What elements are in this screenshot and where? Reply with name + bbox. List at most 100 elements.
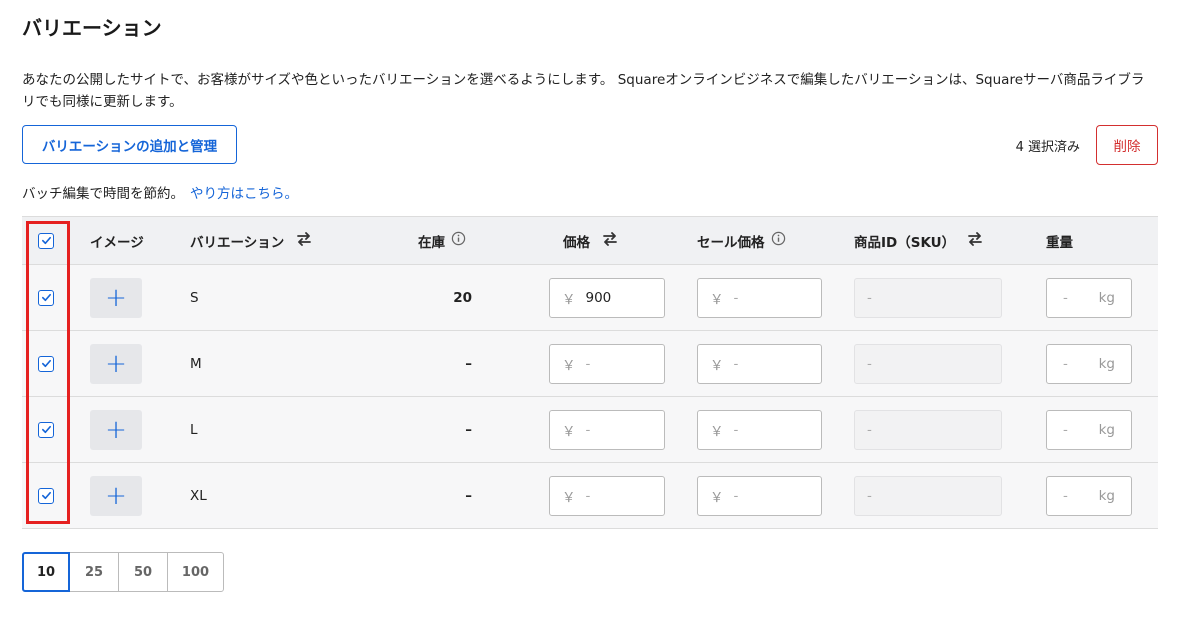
variation-name: XL: [190, 487, 207, 504]
price-input[interactable]: ￥ -: [549, 475, 665, 516]
weight-value: -: [1063, 487, 1068, 504]
price-input[interactable]: ￥ 900: [549, 277, 665, 318]
weight-unit: kg: [1098, 487, 1115, 504]
sale-price-input[interactable]: ￥ -: [697, 475, 822, 516]
header-variation[interactable]: バリエーション: [190, 217, 312, 264]
batch-edit-text: バッチ編集で時間を節約。: [22, 186, 184, 202]
currency-symbol: ￥: [562, 423, 576, 440]
weight-value: -: [1063, 289, 1068, 306]
sale-price-value: -: [733, 487, 739, 504]
sku-input: -: [854, 475, 1002, 516]
weight-value: -: [1063, 355, 1068, 372]
page-description: あなたの公開したサイトで、お客様がサイズや色といったバリエーションを選べるように…: [22, 72, 1145, 110]
select-all-checkbox[interactable]: [38, 217, 54, 264]
page-size-25[interactable]: 25: [69, 552, 119, 592]
row-checkbox[interactable]: [38, 331, 54, 396]
plus-icon: +: [105, 480, 127, 511]
sale-price-input[interactable]: ￥ -: [697, 343, 822, 384]
sale-price-input[interactable]: ￥ -: [697, 277, 822, 318]
weight-input[interactable]: - kg: [1046, 475, 1132, 516]
add-image-button[interactable]: +: [90, 475, 142, 516]
price-input[interactable]: ￥ -: [549, 409, 665, 450]
price-input[interactable]: ￥ -: [549, 343, 665, 384]
checkbox-checked-icon: [38, 487, 54, 504]
sku-input: -: [854, 343, 1002, 384]
price-value: -: [585, 421, 591, 438]
sale-price-input[interactable]: ￥ -: [697, 409, 822, 450]
price-value: 900: [585, 289, 612, 306]
variation-name: M: [190, 355, 202, 372]
checkbox-checked-icon: [38, 421, 54, 438]
weight-input[interactable]: - kg: [1046, 277, 1132, 318]
plus-icon: +: [105, 282, 127, 313]
page-size-100[interactable]: 100: [167, 552, 224, 592]
batch-edit-link[interactable]: やり方はこちら。: [190, 186, 298, 202]
weight-unit: kg: [1098, 421, 1115, 438]
weight-input[interactable]: - kg: [1046, 343, 1132, 384]
weight-input[interactable]: - kg: [1046, 409, 1132, 450]
sku-input: -: [854, 409, 1002, 450]
swap-arrows-icon[interactable]: [967, 231, 983, 250]
page-title: バリエーション: [22, 16, 162, 40]
weight-value: -: [1063, 421, 1068, 438]
header-stock: 在庫: [418, 217, 466, 264]
header-image: イメージ: [90, 234, 144, 251]
add-image-button[interactable]: +: [90, 409, 142, 450]
table-row: + L – ￥ - ￥ - - - kg: [22, 397, 1158, 463]
add-image-button[interactable]: +: [90, 277, 142, 318]
stock-value: –: [465, 421, 472, 438]
pagination: 10 25 50 100: [22, 552, 224, 592]
header-weight: 重量: [1046, 234, 1073, 251]
page-size-50[interactable]: 50: [118, 552, 168, 592]
plus-icon: +: [105, 414, 127, 445]
add-image-button[interactable]: +: [90, 343, 142, 384]
swap-arrows-icon[interactable]: [296, 231, 312, 250]
sale-price-value: -: [733, 355, 739, 372]
stock-value: 20: [453, 289, 472, 306]
sku-value: -: [867, 289, 872, 306]
weight-unit: kg: [1098, 289, 1115, 306]
selected-count: 4 選択済み: [1015, 140, 1080, 155]
table-row: + S 20 ￥ 900 ￥ - - - kg: [22, 265, 1158, 331]
page-size-10[interactable]: 10: [22, 552, 70, 592]
currency-symbol: ￥: [562, 291, 576, 308]
delete-button[interactable]: 削除: [1096, 125, 1158, 165]
table-header: イメージ バリエーション 在庫 価格 セール価格 商品ID（SKU） 重量: [22, 216, 1158, 265]
currency-symbol: ￥: [710, 489, 724, 506]
row-checkbox[interactable]: [38, 265, 54, 330]
table-row: + XL – ￥ - ￥ - - - kg: [22, 463, 1158, 529]
row-checkbox[interactable]: [38, 397, 54, 462]
currency-symbol: ￥: [562, 489, 576, 506]
swap-arrows-icon[interactable]: [602, 231, 618, 250]
checkbox-checked-icon: [38, 355, 54, 372]
checkbox-checked-icon: [38, 232, 54, 249]
checkbox-checked-icon: [38, 289, 54, 306]
sale-price-value: -: [733, 289, 739, 306]
row-checkbox[interactable]: [38, 463, 54, 528]
variations-table: イメージ バリエーション 在庫 価格 セール価格 商品ID（SKU） 重量 + …: [22, 216, 1158, 529]
weight-unit: kg: [1098, 355, 1115, 372]
currency-symbol: ￥: [710, 423, 724, 440]
manage-variations-button[interactable]: バリエーションの追加と管理: [22, 125, 237, 164]
variation-name: S: [190, 289, 199, 306]
price-value: -: [585, 487, 591, 504]
currency-symbol: ￥: [562, 357, 576, 374]
header-sale-price: セール価格: [697, 217, 786, 264]
header-sku[interactable]: 商品ID（SKU）: [854, 217, 983, 264]
currency-symbol: ￥: [710, 291, 724, 308]
price-value: -: [585, 355, 591, 372]
info-icon[interactable]: [771, 231, 786, 250]
header-price[interactable]: 価格: [563, 217, 618, 264]
plus-icon: +: [105, 348, 127, 379]
sku-value: -: [867, 355, 872, 372]
currency-symbol: ￥: [710, 357, 724, 374]
batch-edit-hint: バッチ編集で時間を節約。 やり方はこちら。: [22, 182, 298, 202]
variation-name: L: [190, 421, 198, 438]
sku-input: -: [854, 277, 1002, 318]
sale-price-value: -: [733, 421, 739, 438]
sku-value: -: [867, 487, 872, 504]
table-row: + M – ￥ - ￥ - - - kg: [22, 331, 1158, 397]
stock-value: –: [465, 487, 472, 504]
sku-value: -: [867, 421, 872, 438]
info-icon[interactable]: [451, 231, 466, 250]
